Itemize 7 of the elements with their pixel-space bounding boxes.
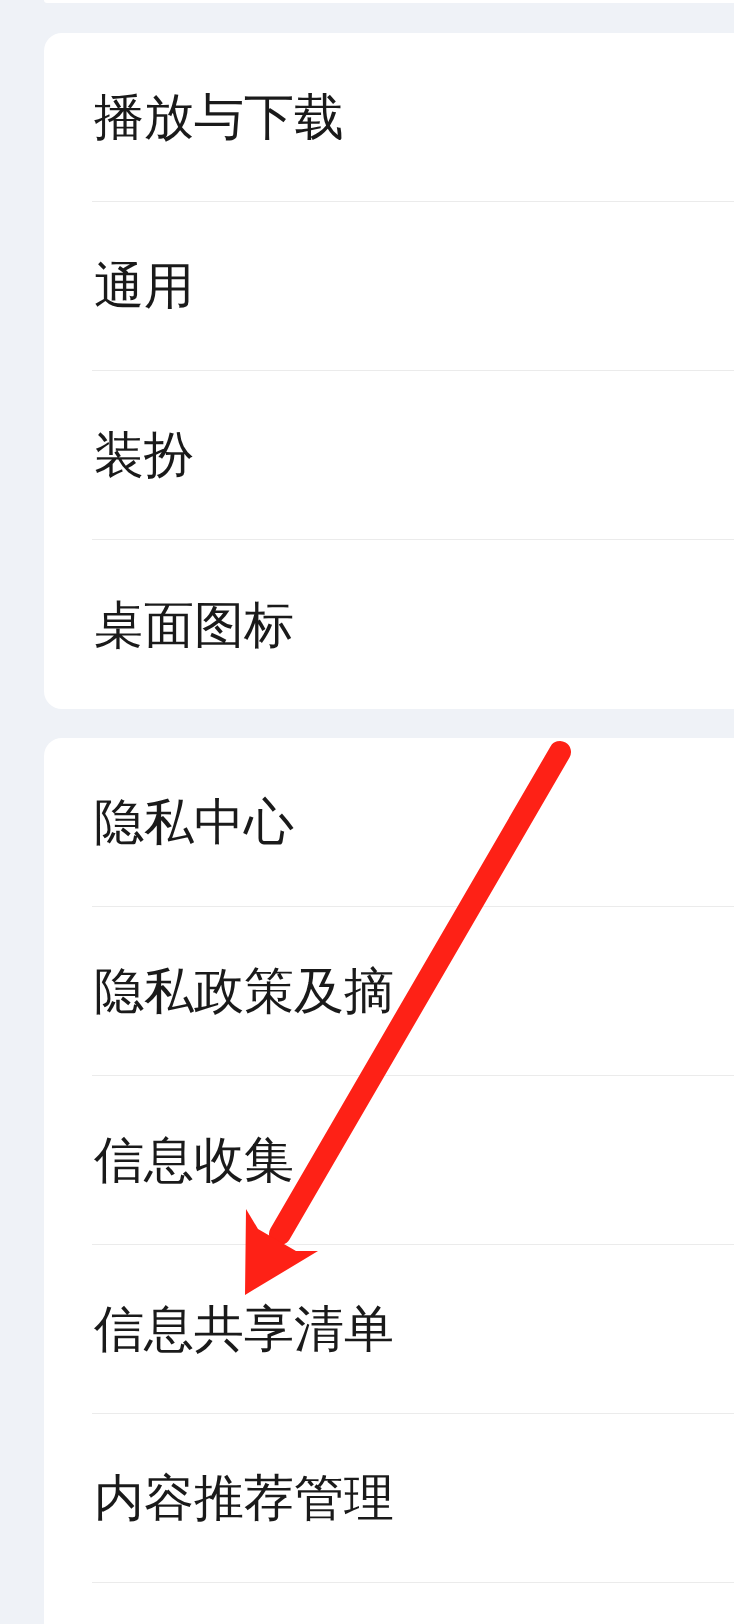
settings-item[interactable]: 内容推荐管理	[92, 1414, 734, 1583]
settings-item[interactable]: 隐私政策及摘	[92, 907, 734, 1076]
settings-item[interactable]: 装扮	[92, 371, 734, 540]
settings-item[interactable]: 桌面图标	[92, 540, 734, 709]
settings-item[interactable]: 通用	[92, 202, 734, 371]
settings-item[interactable]: 隐私中心	[92, 738, 734, 907]
settings-item[interactable]: 播放与下载	[92, 33, 734, 202]
